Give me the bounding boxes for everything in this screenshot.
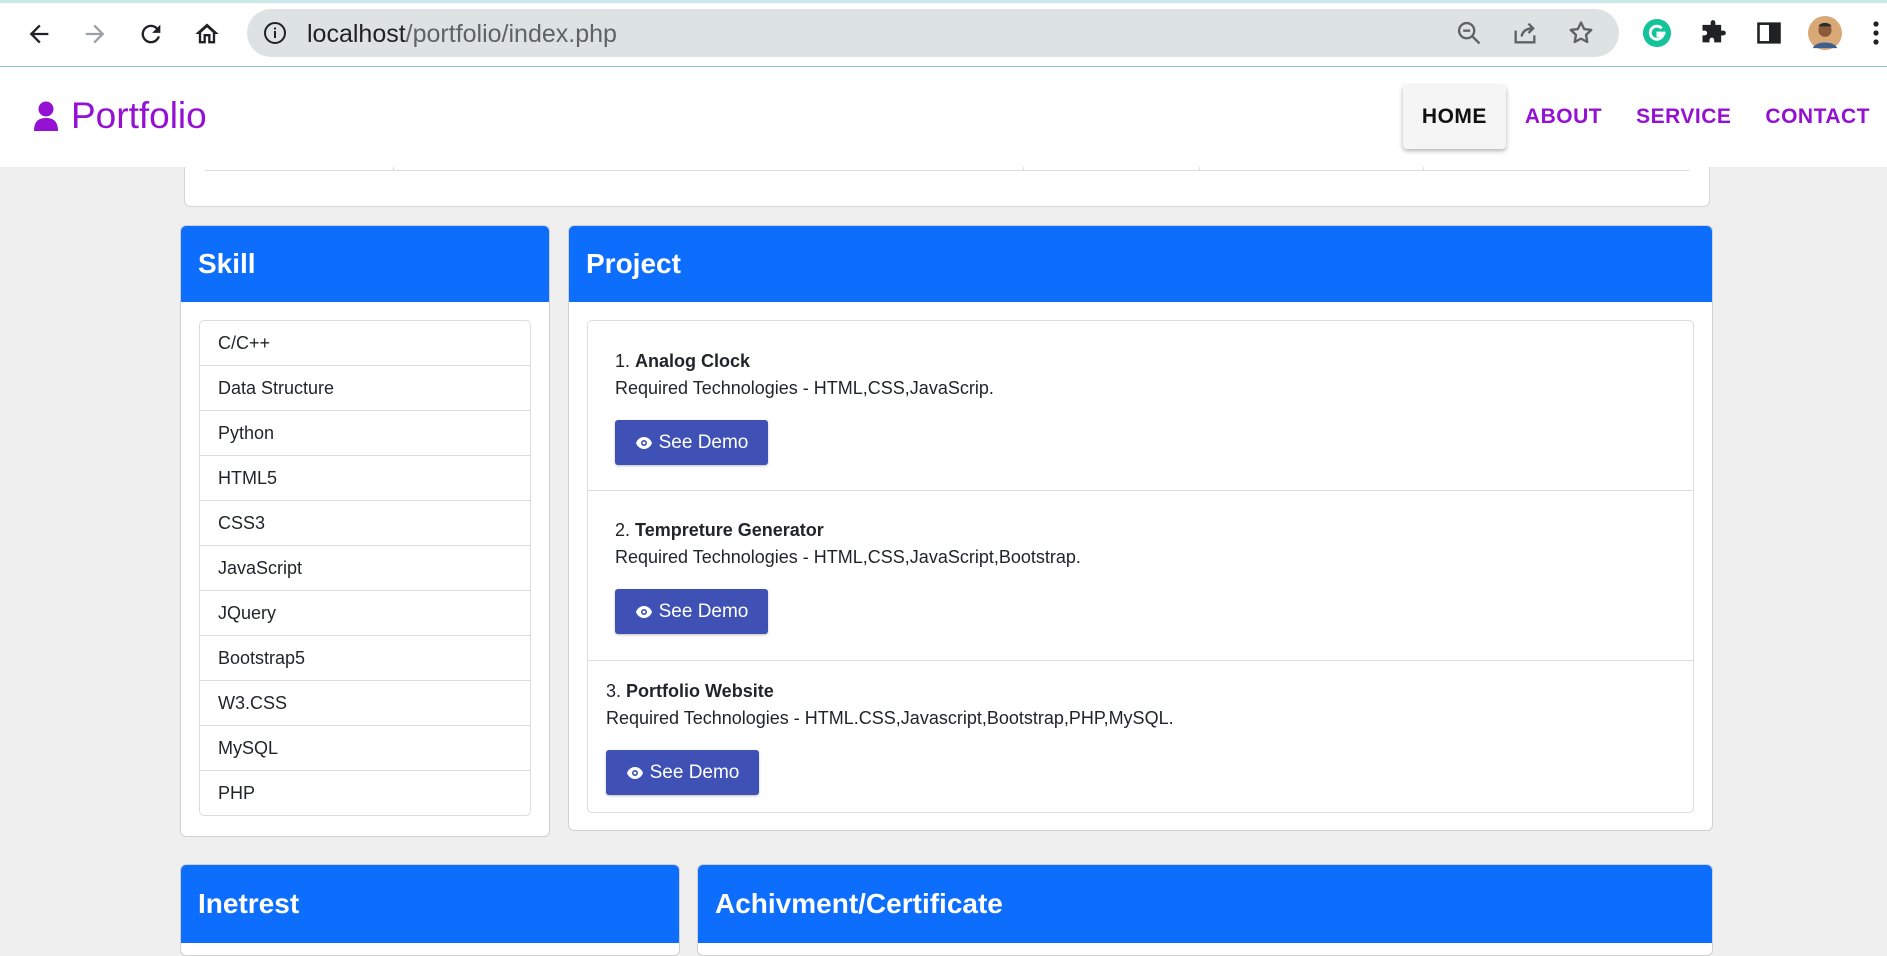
reload-button[interactable] xyxy=(131,14,171,54)
tab-strip-edge xyxy=(0,0,1887,3)
side-panel-icon[interactable] xyxy=(1752,16,1786,50)
site-info-icon[interactable] xyxy=(263,21,287,45)
project-technologies: Required Technologies - HTML,CSS,JavaScr… xyxy=(615,378,994,398)
zoom-out-icon[interactable] xyxy=(1455,19,1483,47)
see-demo-button[interactable]: See Demo xyxy=(606,750,759,795)
project-name: Tempreture Generator xyxy=(635,520,824,540)
home-button[interactable] xyxy=(187,14,227,54)
table-bottom-border xyxy=(205,170,1689,171)
forward-button[interactable] xyxy=(75,14,115,54)
project-item: 3. Portfolio Website Required Technologi… xyxy=(588,661,1693,811)
profile-avatar[interactable] xyxy=(1808,16,1842,50)
browser-toolbar: localhost/portfolio/index.php xyxy=(0,0,1887,67)
project-title: 3. Portfolio Website xyxy=(606,681,774,702)
skill-item: JQuery xyxy=(200,591,530,636)
see-demo-button[interactable]: See Demo xyxy=(615,589,768,634)
nav-links: HOME ABOUT SERVICE CONTACT xyxy=(1402,85,1887,149)
skill-item: Python xyxy=(200,411,530,456)
user-icon xyxy=(34,101,58,131)
url-path: /portfolio/index.php xyxy=(405,20,617,48)
see-demo-label: See Demo xyxy=(658,600,749,622)
brand-logo[interactable]: Portfolio xyxy=(33,95,207,137)
site-navbar: Portfolio HOME ABOUT SERVICE CONTACT xyxy=(0,67,1887,167)
nav-about[interactable]: ABOUT xyxy=(1508,85,1619,149)
achievement-card-title: Achivment/Certificate xyxy=(698,865,1712,943)
address-bar[interactable]: localhost/portfolio/index.php xyxy=(247,9,1619,57)
skill-item: Bootstrap5 xyxy=(200,636,530,681)
skill-item: Data Structure xyxy=(200,366,530,411)
grammarly-extension-icon[interactable] xyxy=(1640,16,1674,50)
nav-service[interactable]: SERVICE xyxy=(1619,85,1748,149)
project-item: 1. Analog Clock Required Technologies - … xyxy=(588,321,1693,491)
project-card: Project 1. Analog Clock Required Technol… xyxy=(568,225,1713,831)
nav-contact[interactable]: CONTACT xyxy=(1748,85,1887,149)
browser-menu-icon[interactable] xyxy=(1866,16,1886,50)
url-text: localhost/portfolio/index.php xyxy=(307,20,617,49)
skill-card: Skill C/C++ Data Structure Python HTML5 … xyxy=(180,225,550,837)
avatar-icon xyxy=(1808,16,1842,50)
nav-home[interactable]: HOME xyxy=(1402,85,1506,149)
project-number: 1. xyxy=(615,351,631,371)
project-title: 2. Tempreture Generator xyxy=(615,520,824,541)
back-button[interactable] xyxy=(19,14,59,54)
eye-icon xyxy=(635,436,652,449)
project-card-title: Project xyxy=(569,226,1712,302)
grammarly-g-icon xyxy=(1642,18,1672,48)
project-list: 1. Analog Clock Required Technologies - … xyxy=(587,320,1694,813)
project-technologies: Required Technologies - HTML,CSS,JavaScr… xyxy=(615,547,1081,567)
interest-card: Inetrest xyxy=(180,864,680,956)
bookmark-star-icon[interactable] xyxy=(1567,19,1595,47)
project-number: 3. xyxy=(606,681,622,701)
skill-card-title: Skill xyxy=(181,226,549,302)
skill-item: JavaScript xyxy=(200,546,530,591)
skill-item: CSS3 xyxy=(200,501,530,546)
project-item: 2. Tempreture Generator Required Technol… xyxy=(588,491,1693,661)
interest-card-title: Inetrest xyxy=(181,865,679,943)
reload-icon xyxy=(141,24,161,44)
see-demo-label: See Demo xyxy=(649,761,740,783)
url-host: localhost xyxy=(307,20,406,48)
skill-item: PHP xyxy=(218,782,256,803)
project-title: 1. Analog Clock xyxy=(615,351,750,372)
skill-list: C/C++ Data Structure Python HTML5 CSS3 J… xyxy=(199,320,531,816)
eye-icon xyxy=(626,766,643,779)
eye-icon xyxy=(635,605,652,618)
home-icon xyxy=(195,23,219,44)
project-name: Analog Clock xyxy=(635,351,751,371)
share-icon[interactable] xyxy=(1511,19,1539,47)
brand-name: Portfolio xyxy=(71,95,207,136)
skill-item: MySQL xyxy=(200,726,530,771)
see-demo-label: See Demo xyxy=(658,431,749,453)
see-demo-button[interactable]: See Demo xyxy=(615,420,768,465)
forward-arrow-icon xyxy=(85,24,105,44)
achievement-card: Achivment/Certificate xyxy=(697,864,1713,956)
project-name: Portfolio Website xyxy=(626,681,774,701)
skill-item: C/C++ xyxy=(200,321,530,366)
project-number: 2. xyxy=(615,520,631,540)
project-technologies: Required Technologies - HTML.CSS,Javascr… xyxy=(606,708,1174,728)
skill-item: HTML5 xyxy=(200,456,530,501)
skill-item: W3.CSS xyxy=(200,681,530,726)
back-arrow-icon xyxy=(29,24,49,44)
extensions-puzzle-icon[interactable] xyxy=(1696,16,1730,50)
